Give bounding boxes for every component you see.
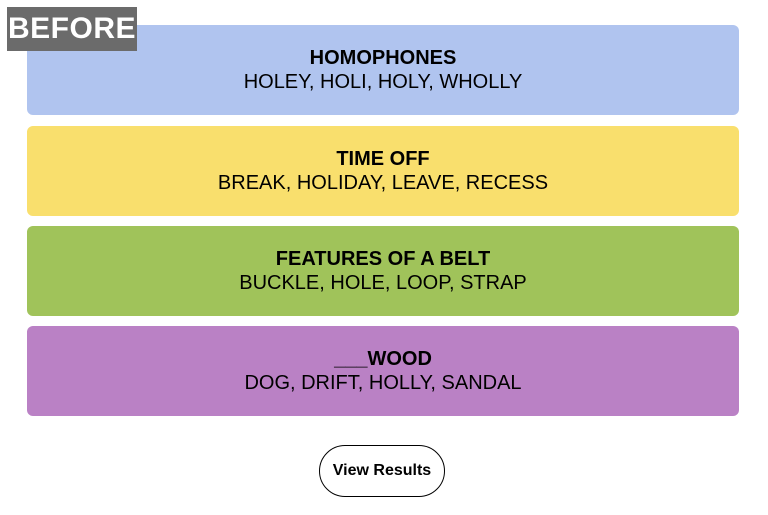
group-words: DOG, DRIFT, HOLLY, SANDAL (244, 372, 522, 394)
solved-group-time-off: TIME OFF BREAK, HOLIDAY, LEAVE, RECESS (27, 126, 739, 216)
group-title: HOMOPHONES (309, 47, 457, 69)
solved-group-wood: ___WOOD DOG, DRIFT, HOLLY, SANDAL (27, 326, 739, 416)
group-words: BUCKLE, HOLE, LOOP, STRAP (239, 272, 527, 294)
solved-group-features-of-a-belt: FEATURES OF A BELT BUCKLE, HOLE, LOOP, S… (27, 226, 739, 316)
group-words: BREAK, HOLIDAY, LEAVE, RECESS (217, 172, 549, 194)
group-title: FEATURES OF A BELT (275, 248, 491, 270)
before-label: BEFORE (7, 7, 137, 51)
group-words: HOLEY, HOLI, HOLY, WHOLLY (243, 71, 523, 93)
view-results-button[interactable]: View Results (319, 445, 445, 497)
group-title: TIME OFF (336, 148, 430, 170)
group-title: ___WOOD (334, 348, 432, 370)
